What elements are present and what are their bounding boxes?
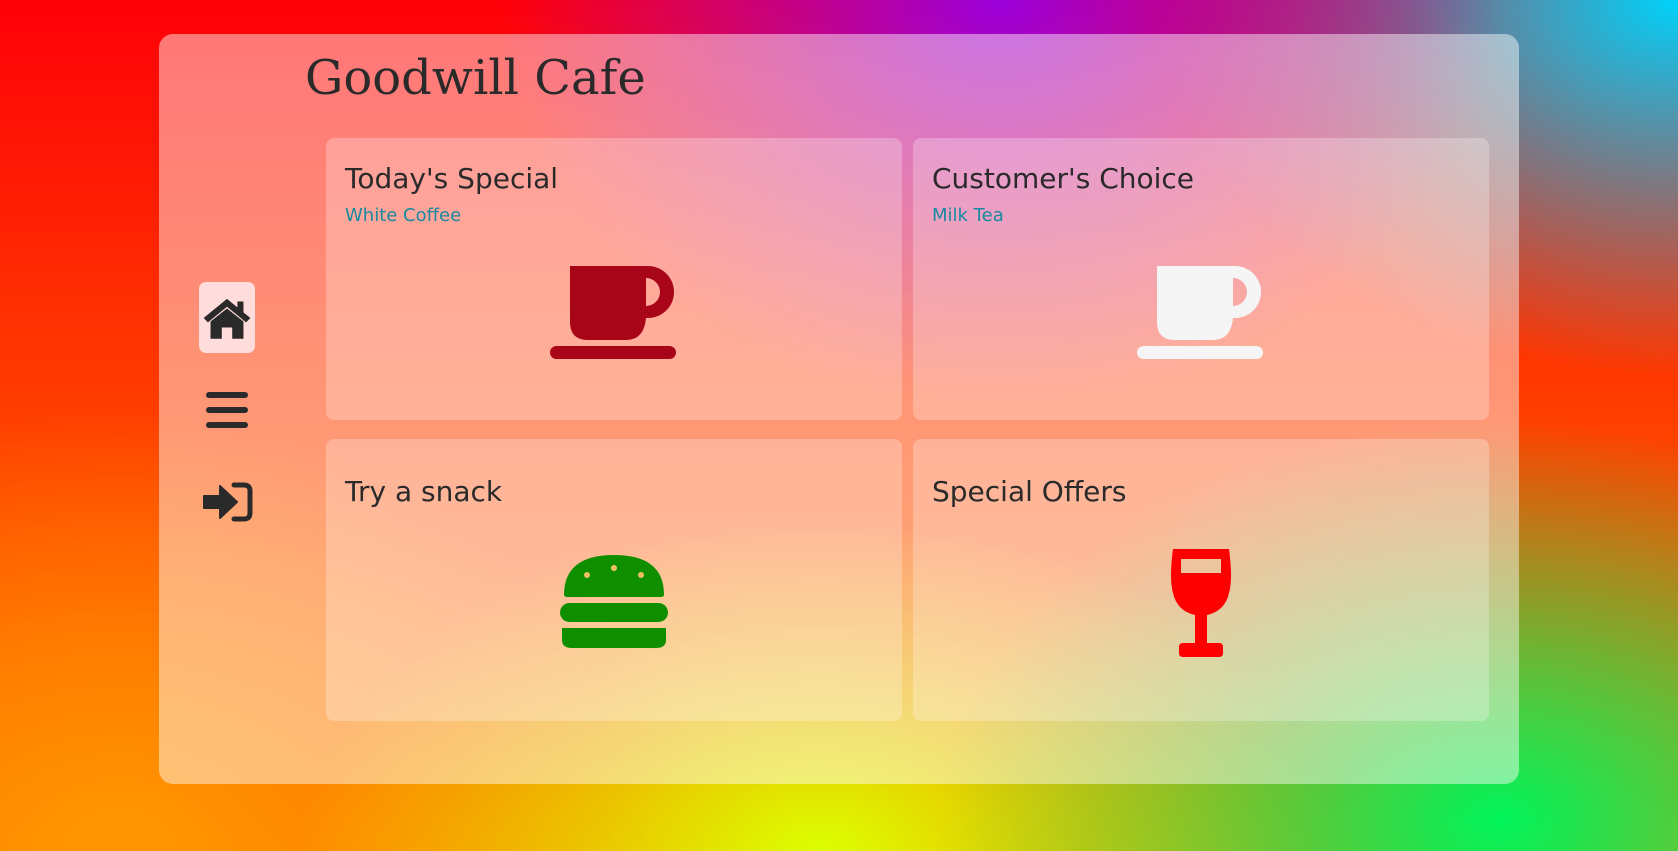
page-title: Goodwill Cafe <box>305 50 646 106</box>
card-subtitle: White Coffee <box>345 205 462 226</box>
main-panel: Goodwill Cafe Today's Special White Coff… <box>159 34 1519 784</box>
coffee-cup-icon <box>550 266 676 359</box>
sidebar-item-menu[interactable] <box>199 374 255 445</box>
card-title: Today's Special <box>345 162 559 195</box>
card-title: Special Offers <box>932 475 1127 508</box>
card-title: Customer's Choice <box>932 162 1195 195</box>
sidebar-item-home[interactable] <box>199 282 255 353</box>
feature-card-grid: Today's Special White Coffee Customer's … <box>326 138 1490 754</box>
coffee-cup-icon <box>1137 266 1263 359</box>
card-title: Try a snack <box>345 475 503 508</box>
card-special-offers[interactable]: Special Offers <box>913 439 1489 721</box>
menu-bars-icon <box>206 391 248 428</box>
sign-in-icon <box>203 482 253 521</box>
burger-icon <box>560 555 668 648</box>
wine-glass-icon <box>1171 549 1231 657</box>
sidebar-nav <box>199 282 255 558</box>
sidebar-item-login[interactable] <box>199 466 255 537</box>
home-icon <box>203 298 251 339</box>
card-customers-choice[interactable]: Customer's Choice Milk Tea <box>913 138 1489 420</box>
card-subtitle: Milk Tea <box>932 205 1004 226</box>
card-todays-special[interactable]: Today's Special White Coffee <box>326 138 902 420</box>
card-try-a-snack[interactable]: Try a snack <box>326 439 902 721</box>
